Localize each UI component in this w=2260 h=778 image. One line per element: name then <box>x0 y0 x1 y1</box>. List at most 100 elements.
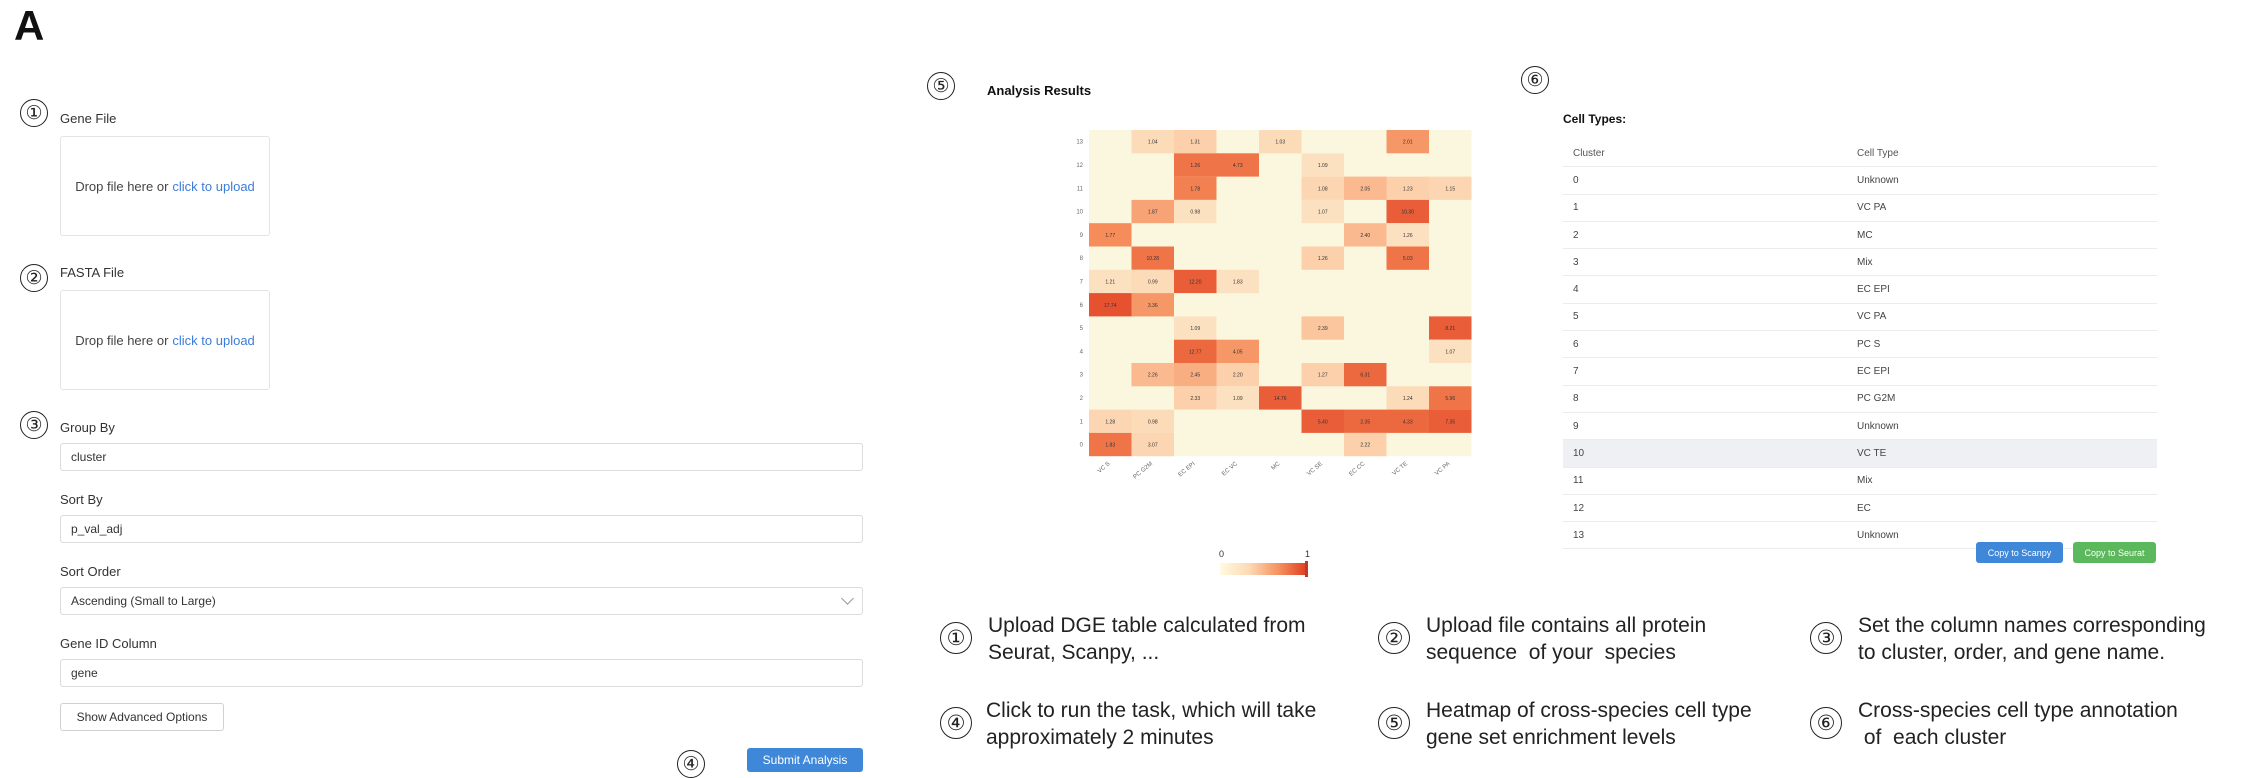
heatmap-cell-label: 0.99 <box>1148 279 1158 285</box>
cell-types-title: Cell Types: <box>1563 112 1627 126</box>
heatmap-row-label: 10 <box>1076 210 1083 216</box>
table-row: 5 VC PA <box>1563 303 2157 332</box>
heatmap-cell-label: 5.03 <box>1403 256 1413 262</box>
cluster-cell: 13 <box>1563 521 1847 550</box>
legend-min-label: 0 <box>1219 549 1225 559</box>
heatmap-cell-label: 4.73 <box>1233 163 1243 169</box>
step-3-marker: ③ <box>20 411 48 439</box>
description-2-marker: ② <box>1378 622 1410 654</box>
heatmap-cell-label: 3.36 <box>1148 303 1158 309</box>
sort-order-select[interactable]: Ascending (Small to Large) <box>60 587 863 615</box>
panel-letter: A <box>14 2 45 49</box>
cell-type-header: Cell Type <box>1847 140 2157 168</box>
cell-type-cell: PC S <box>1847 330 2157 359</box>
heatmap-cell-label: 1.09 <box>1233 396 1243 402</box>
fasta-file-dropzone[interactable]: Drop file here or click to upload <box>60 290 270 390</box>
cluster-cell: 11 <box>1563 467 1847 495</box>
cluster-cell: 10 <box>1563 439 1847 468</box>
heatmap-cell-label: 1.07 <box>1445 349 1455 355</box>
heatmap-cell-label: 2.26 <box>1148 373 1158 379</box>
heatmap-cell-label: 2.35 <box>1360 419 1370 425</box>
cell-type-cell: EC EPI <box>1847 275 2157 304</box>
copy-to-seurat-button[interactable]: Copy to Seurat <box>2073 542 2156 563</box>
sort-by-label: Sort By <box>60 492 103 507</box>
gene-file-drop-text: Drop file here or <box>75 178 169 194</box>
sort-by-input[interactable]: p_val_adj <box>60 515 863 543</box>
heatmap-cell-label: 1.23 <box>1403 186 1413 192</box>
description-6-marker: ⑥ <box>1810 707 1842 739</box>
heatmap-cell-label: 1.03 <box>1275 140 1285 146</box>
cluster-cell: 2 <box>1563 221 1847 250</box>
cluster-cell: 5 <box>1563 303 1847 332</box>
gene-file-upload-link[interactable]: click to upload <box>172 179 254 194</box>
heatmap-cell-label: 1.77 <box>1105 233 1115 239</box>
gene-id-label: Gene ID Column <box>60 636 157 651</box>
fasta-file-upload-link[interactable]: click to upload <box>172 333 254 348</box>
description-4-marker: ④ <box>940 707 972 739</box>
table-row: 6 PC S <box>1563 330 2157 359</box>
description-5-text: Heatmap of cross-species cell type gene … <box>1426 699 1752 749</box>
cluster-cell: 0 <box>1563 166 1847 195</box>
heatmap-cell-label: 2.33 <box>1190 396 1200 402</box>
fasta-file-drop-text: Drop file here or <box>75 332 169 348</box>
cell-type-cell: EC EPI <box>1847 357 2157 386</box>
cell-types-table: Cluster Cell Type 0 Unknown 1 VC PA 2 MC 3 Mix 4… <box>1563 140 2157 550</box>
heatmap-row-label: 0 <box>1080 443 1084 449</box>
description-3-text: Set the column names corresponding to cl… <box>1858 614 2206 664</box>
heatmap-cell-label: 1.83 <box>1105 443 1115 449</box>
table-row: 2 MC <box>1563 221 2157 250</box>
description-3-marker: ③ <box>1810 622 1842 654</box>
table-row: 0 Unknown <box>1563 166 2157 195</box>
heatmap-cell-label: 10.28 <box>1146 256 1159 262</box>
description-4-text: Click to run the task, which will take a… <box>986 699 1317 749</box>
heatmap: 1.04 1.31 1.03 2.01 1.26 4.73 1.09 1.78 1.08 2.05… <box>1073 130 1495 486</box>
heatmap-cell-label: 1.09 <box>1190 326 1200 332</box>
heatmap-cell-label: 7.35 <box>1445 419 1455 425</box>
heatmap-cell-label: 1.83 <box>1233 279 1243 285</box>
show-advanced-button[interactable]: Show Advanced Options <box>60 703 224 731</box>
heatmap-col-label: EC VC <box>1221 461 1239 478</box>
heatmap-cell-label: 3.07 <box>1148 443 1158 449</box>
sort-order-label: Sort Order <box>60 564 121 579</box>
heatmap-cell-label: 1.31 <box>1190 140 1200 146</box>
description-5-marker: ⑤ <box>1378 707 1410 739</box>
analysis-results-title: Analysis Results <box>987 83 1092 98</box>
gene-file-dropzone[interactable]: Drop file here or click to upload <box>60 136 270 236</box>
group-by-input[interactable]: cluster <box>60 443 863 471</box>
cell-type-cell: VC TE <box>1847 439 2157 468</box>
cell-type-cell: Unknown <box>1847 412 2157 441</box>
heatmap-col-label: VC TE <box>1392 461 1409 477</box>
heatmap-cell-label: 1.15 <box>1445 186 1455 192</box>
heatmap-cell-label: 1.24 <box>1403 396 1413 402</box>
legend-marker <box>1305 561 1308 577</box>
cluster-cell: 7 <box>1563 357 1847 386</box>
copy-to-scanpy-button[interactable]: Copy to Scanpy <box>1976 542 2063 563</box>
heatmap-cell-label: 2.01 <box>1403 140 1413 146</box>
table-row: 11 Mix <box>1563 467 2157 495</box>
heatmap-cell-label: 1.27 <box>1318 373 1328 379</box>
submit-analysis-button[interactable]: Submit Analysis <box>747 748 863 772</box>
gene-id-input[interactable]: gene <box>60 659 863 687</box>
cluster-cell: 1 <box>1563 194 1847 222</box>
cell-type-cell: Mix <box>1847 248 2157 277</box>
heatmap-cell-label: 5.40 <box>1318 419 1328 425</box>
cell-type-cell: EC <box>1847 494 2157 523</box>
step-5-marker: ⑤ <box>927 72 955 100</box>
heatmap-cell-label: 2.45 <box>1190 373 1200 379</box>
table-row: 9 Unknown <box>1563 412 2157 441</box>
heatmap-cell-label: 12.77 <box>1189 349 1202 355</box>
heatmap-row-label: 8 <box>1080 256 1084 262</box>
heatmap-cell-label: 1.21 <box>1105 279 1115 285</box>
heatmap-col-label: VC SE <box>1306 461 1324 477</box>
heatmap-group: 1.04 1.31 1.03 2.01 1.26 4.73 1.09 1.78 1.08 2.05… <box>1076 130 1472 481</box>
description-2-text: Upload file contains all protein sequenc… <box>1426 614 1707 664</box>
cell-type-cell: MC <box>1847 221 2157 250</box>
cell-type-cell: VC PA <box>1847 194 2157 222</box>
fasta-file-label: FASTA File <box>60 265 125 280</box>
heatmap-cell-label: 4.33 <box>1403 419 1413 425</box>
cell-type-cell: Unknown <box>1847 166 2157 195</box>
group-by-label: Group By <box>60 420 115 435</box>
heatmap-cell-label: 0.98 <box>1148 419 1158 425</box>
step-4-marker: ④ <box>677 750 705 778</box>
step-6-marker: ⑥ <box>1521 66 1549 94</box>
